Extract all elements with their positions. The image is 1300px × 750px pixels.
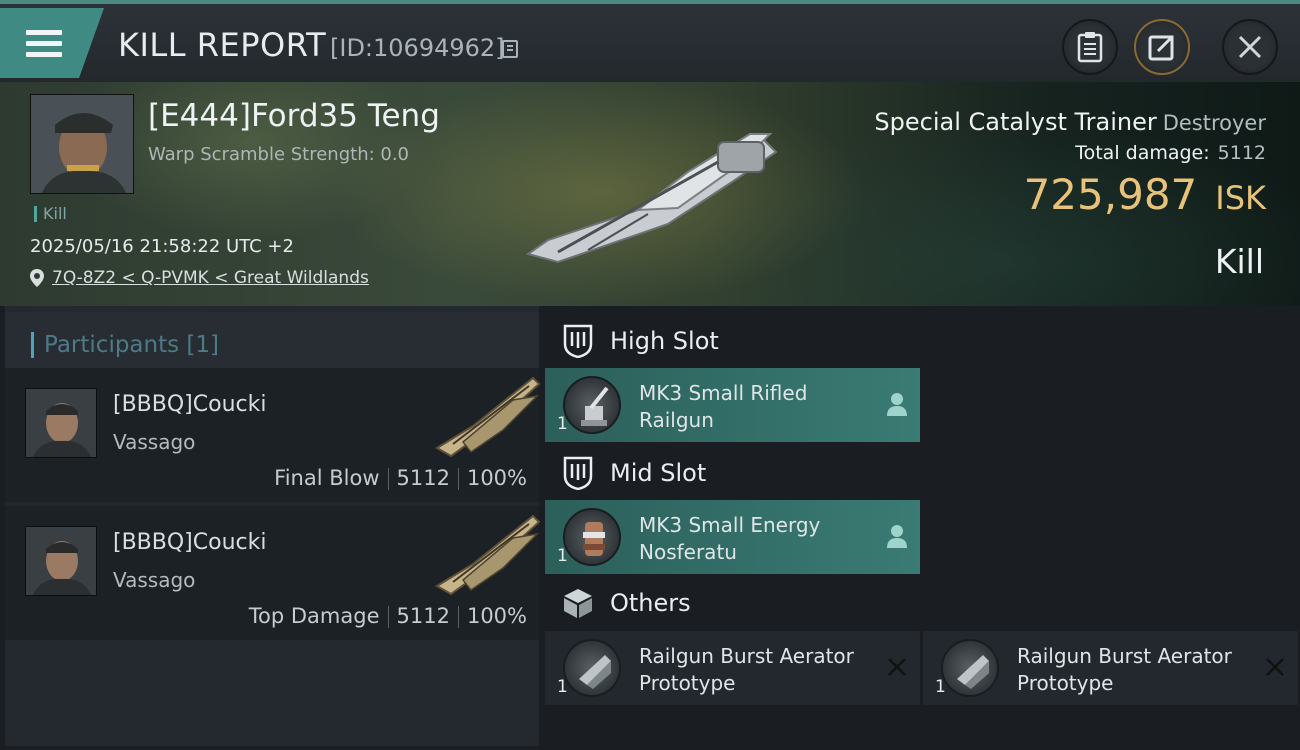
close-button[interactable]: [1222, 19, 1278, 75]
participants-panel: Participants [1] [BBBQ]Coucki Vassago Fi…: [5, 306, 541, 746]
share-button[interactable]: [1134, 19, 1190, 75]
participant-row[interactable]: [BBBQ]Coucki Vassago Final Blow 5112 100%: [5, 368, 541, 502]
participant-role: Top Damage: [248, 604, 380, 628]
total-damage-value: 5112: [1217, 142, 1266, 164]
warp-scramble-strength: Warp Scramble Strength: 0.0: [148, 144, 410, 165]
isk-loss-line: 725,987 ISK: [1024, 170, 1266, 219]
kill-type-tag: Kill: [34, 206, 67, 222]
others-label: Others: [610, 589, 691, 617]
copy-id-icon[interactable]: [502, 40, 518, 58]
mid-slot-icon: [563, 456, 593, 490]
location-pin-icon: [30, 269, 44, 287]
participant-name: [BBBQ]Coucki: [113, 392, 267, 417]
participant-ship: Vassago: [113, 568, 196, 592]
aerator-module-icon: [563, 639, 621, 697]
close-icon: [1238, 35, 1262, 59]
module-quantity: 1: [557, 414, 568, 434]
module-card[interactable]: 1 MK3 Small Energy Nosferatu: [545, 500, 920, 574]
participant-percent: 100%: [466, 604, 527, 628]
high-slot-icon: [563, 324, 593, 358]
pilot-icon: [887, 393, 907, 416]
victim-ship-name: Special Catalyst Trainer: [874, 108, 1157, 136]
module-name: Railgun Burst Aerator Prototype: [639, 644, 854, 695]
participant-damage: 5112: [396, 604, 450, 628]
participant-avatar[interactable]: [25, 526, 97, 596]
notes-button[interactable]: [1062, 19, 1118, 75]
participant-stats: Final Blow 5112 100%: [274, 466, 527, 490]
menu-button[interactable]: [0, 8, 104, 78]
kill-datetime: 2025/05/16 21:58:22 UTC +2: [30, 236, 294, 257]
module-quantity: 1: [557, 677, 568, 697]
top-bar: KILL REPORT [ID:10694962]: [0, 0, 1300, 82]
participant-row[interactable]: [BBBQ]Coucki Vassago Top Damage 5112 100%: [5, 506, 541, 640]
module-card[interactable]: 1 Railgun Burst Aerator Prototype: [545, 631, 920, 705]
participant-avatar[interactable]: [25, 388, 97, 458]
page-title: KILL REPORT: [118, 26, 327, 64]
pilot-icon: [887, 525, 907, 548]
participants-title: Participants [1]: [31, 332, 219, 358]
victim-ship-class: Destroyer: [1162, 111, 1266, 135]
isk-value: 725,987: [1023, 170, 1198, 219]
victim-ship-line: Special Catalyst Trainer Destroyer: [874, 108, 1266, 136]
total-damage-label: Total damage:: [1075, 142, 1210, 164]
total-damage-line: Total damage: 5112: [1075, 142, 1266, 164]
victim-ship-image: [525, 133, 778, 264]
participant-ship-image: [435, 514, 541, 596]
hamburger-menu-icon[interactable]: [26, 30, 62, 60]
destroyed-x-icon: [1266, 658, 1284, 676]
participant-role: Final Blow: [274, 466, 380, 490]
mid-slot-heading: Mid Slot: [562, 456, 706, 490]
module-name: MK3 Small Rifled Railgun: [639, 381, 808, 432]
high-slot-label: High Slot: [610, 327, 719, 355]
cargo-box-icon: [564, 589, 592, 618]
victim-portrait[interactable]: [30, 94, 134, 194]
participants-header: Participants [1]: [5, 312, 539, 368]
participant-ship: Vassago: [113, 430, 196, 454]
kill-location[interactable]: 7Q-8Z2 < Q-PVMK < Great Wildlands: [30, 268, 369, 288]
clipboard-icon: [1077, 32, 1103, 63]
participant-name: [BBBQ]Coucki: [113, 530, 267, 555]
others-heading: Others: [562, 586, 691, 620]
location-link[interactable]: 7Q-8Z2 < Q-PVMK < Great Wildlands: [52, 268, 369, 288]
participant-stats: Top Damage 5112 100%: [249, 604, 527, 628]
module-name: Railgun Burst Aerator Prototype: [1017, 644, 1232, 695]
participant-damage: 5112: [396, 466, 450, 490]
participant-percent: 100%: [466, 466, 527, 490]
module-card[interactable]: 1 MK3 Small Rifled Railgun: [545, 368, 920, 442]
destroyed-x-icon: [888, 658, 906, 676]
aerator-module-icon: [941, 639, 999, 697]
module-card[interactable]: 1 Railgun Burst Aerator Prototype: [923, 631, 1298, 705]
high-slot-heading: High Slot: [562, 324, 719, 358]
kill-result: Kill: [1214, 242, 1264, 281]
isk-unit: ISK: [1215, 179, 1266, 217]
module-name: MK3 Small Energy Nosferatu: [639, 513, 821, 564]
report-id: [ID:10694962]: [330, 34, 505, 62]
module-quantity: 1: [557, 546, 568, 566]
railgun-module-icon: [563, 376, 621, 434]
nosferatu-module-icon: [563, 508, 621, 566]
module-quantity: 1: [935, 677, 946, 697]
mid-slot-label: Mid Slot: [610, 459, 707, 487]
share-icon: [1148, 35, 1174, 61]
victim-banner: [E444]Ford35 Teng Warp Scramble Strength…: [0, 82, 1300, 306]
victim-name: [E444]Ford35 Teng: [148, 98, 440, 134]
participant-ship-image: [435, 376, 541, 458]
